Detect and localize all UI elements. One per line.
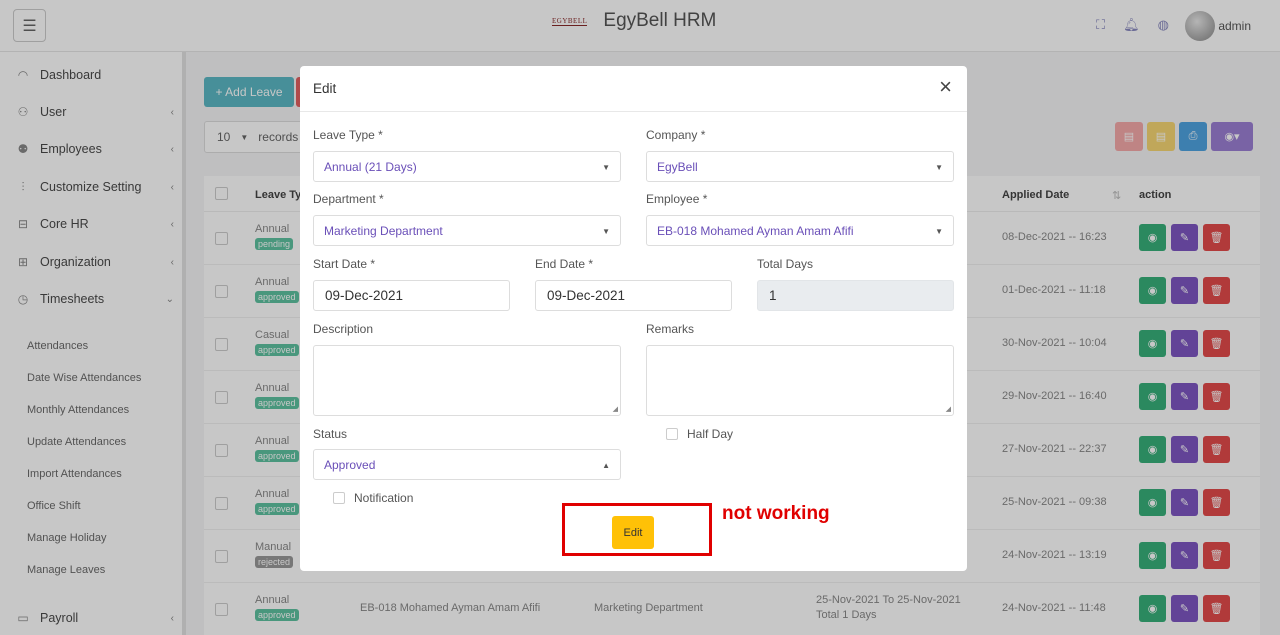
- notification-checkbox[interactable]: [333, 492, 345, 504]
- description-textarea[interactable]: ◢: [313, 345, 621, 416]
- total-days-input: 1: [757, 280, 954, 311]
- half-day-checkbox[interactable]: [666, 428, 678, 440]
- notification-label: Notification: [354, 491, 414, 505]
- status-select[interactable]: Approved ▲: [313, 449, 621, 480]
- department-value: Marketing Department: [324, 223, 443, 238]
- company-select[interactable]: EgyBell ▼: [646, 151, 954, 182]
- department-label: Department *: [313, 192, 384, 206]
- remarks-textarea[interactable]: ◢: [646, 345, 954, 416]
- annotation-highlight-box: [562, 503, 712, 556]
- modal-title: Edit: [313, 81, 337, 96]
- employee-select[interactable]: EB-018 Mohamed Ayman Amam Afifi ▼: [646, 215, 954, 246]
- caret-down-icon: ▼: [935, 163, 943, 172]
- annotation-text: not working: [722, 503, 830, 524]
- caret-down-icon: ▼: [602, 163, 610, 172]
- start-date-input[interactable]: 09-Dec-2021: [313, 280, 510, 311]
- employee-label: Employee *: [646, 192, 708, 206]
- leave-type-select[interactable]: Annual (21 Days) ▼: [313, 151, 621, 182]
- description-label: Description: [313, 322, 374, 336]
- department-select[interactable]: Marketing Department ▼: [313, 215, 621, 246]
- caret-down-icon: ▼: [935, 227, 943, 236]
- leave-type-value: Annual (21 Days): [324, 159, 417, 174]
- leave-type-label: Leave Type *: [313, 128, 383, 142]
- modal-header: Edit ×: [300, 66, 967, 112]
- close-icon[interactable]: ×: [939, 76, 952, 98]
- start-date-label: Start Date *: [313, 257, 376, 271]
- caret-up-icon: ▲: [602, 461, 610, 470]
- status-value: Approved: [324, 457, 376, 472]
- caret-down-icon: ▼: [602, 227, 610, 236]
- end-date-label: End Date *: [535, 257, 594, 271]
- resize-handle-icon[interactable]: ◢: [946, 405, 951, 413]
- end-date-input[interactable]: 09-Dec-2021: [535, 280, 732, 311]
- employee-value: EB-018 Mohamed Ayman Amam Afifi: [657, 223, 854, 238]
- edit-leave-modal: Edit × Leave Type * Annual (21 Days) ▼ Co…: [300, 66, 967, 571]
- company-label: Company *: [646, 128, 706, 142]
- half-day-label: Half Day: [687, 427, 734, 441]
- remarks-label: Remarks: [646, 322, 695, 336]
- resize-handle-icon[interactable]: ◢: [613, 405, 618, 413]
- total-days-label: Total Days: [757, 257, 814, 271]
- company-value: EgyBell: [657, 159, 698, 174]
- status-label: Status: [313, 427, 348, 441]
